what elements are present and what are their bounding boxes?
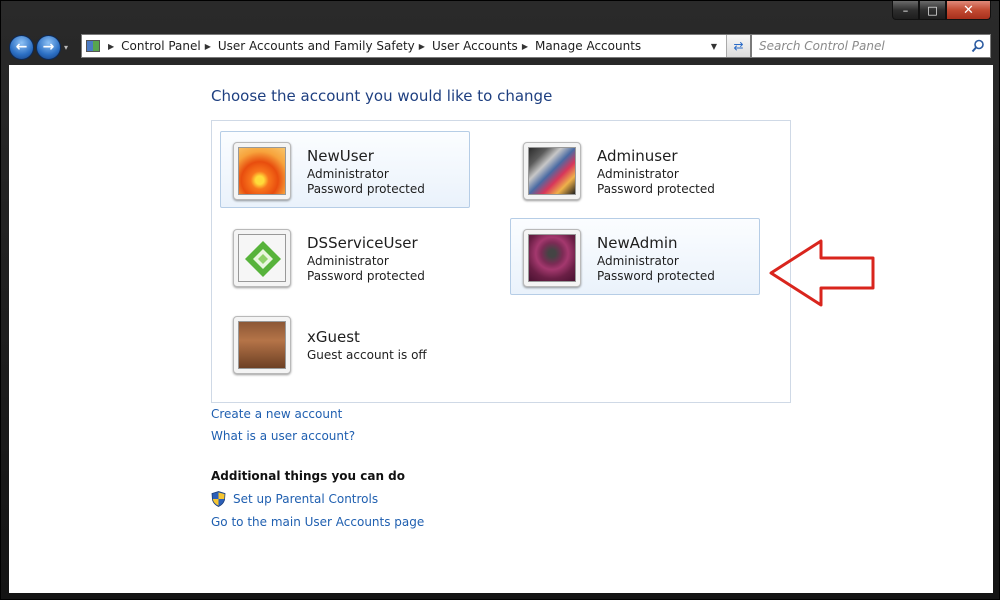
account-name: NewUser [307,147,374,165]
additional-heading: Additional things you can do [211,469,406,483]
green-diamond-avatar [238,234,286,282]
search-placeholder: Search Control Panel [759,39,885,53]
main-user-accounts-link[interactable]: Go to the main User Accounts page [211,515,424,529]
minimize-button[interactable]: – [892,1,919,20]
refresh-icon[interactable]: ⇄ [726,35,750,57]
back-button[interactable]: ← [9,34,34,60]
breadcrumb-family-safety[interactable]: User Accounts and Family Safety [218,39,415,53]
abstract-art-avatar [528,147,576,195]
account-tile-xguest[interactable]: xGuest Guest account is off [220,305,470,382]
account-status: Password protected [597,269,715,283]
search-icon[interactable] [971,39,985,53]
address-dropdown-icon[interactable]: ▼ [706,35,722,57]
account-tile-newuser[interactable]: NewUser Administrator Password protected [220,131,470,208]
breadcrumb-separator-icon[interactable]: ▶ [419,42,425,51]
account-status: Guest account is off [307,348,427,362]
close-button[interactable]: ✕ [946,1,991,20]
account-picture-frame [233,229,291,287]
pink-ball-avatar [528,234,576,282]
account-tile-dsserviceuser[interactable]: DSServiceUser Administrator Password pro… [220,218,470,295]
back-arrow-icon: ← [15,39,28,55]
breadcrumb-separator-icon[interactable]: ▶ [205,42,211,51]
address-bar[interactable]: ▶ Control Panel ▶ User Accounts and Fami… [81,34,751,58]
window-frame: – □ ✕ ← → ▾ ▶ Control Panel ▶ User Accou… [0,0,1000,600]
account-tile-adminuser[interactable]: Adminuser Administrator Password protect… [510,131,760,208]
breadcrumb-control-panel[interactable]: Control Panel [121,39,201,53]
red-arrow-annotation-icon [769,239,875,307]
account-type: Administrator [597,254,679,268]
briefcase-avatar [238,321,286,369]
account-status: Password protected [307,182,425,196]
account-picture-frame [523,142,581,200]
breadcrumb-manage-accounts[interactable]: Manage Accounts [535,39,641,53]
orange-flower-avatar [238,147,286,195]
account-tile-newadmin[interactable]: NewAdmin Administrator Password protecte… [510,218,760,295]
recent-pages-dropdown[interactable]: ▾ [64,43,68,52]
navigation-bar: ← → ▾ ▶ Control Panel ▶ User Accounts an… [9,31,991,63]
account-name: NewAdmin [597,234,678,252]
parental-controls-link[interactable]: Set up Parental Controls [233,492,378,506]
accounts-panel: NewUser Administrator Password protected… [211,120,791,403]
account-name: Adminuser [597,147,678,165]
forward-arrow-icon: → [42,39,55,55]
account-picture-frame [233,316,291,374]
account-type: Administrator [307,167,389,181]
search-input[interactable]: Search Control Panel [751,34,991,58]
breadcrumb-separator-icon[interactable]: ▶ [522,42,528,51]
forward-button[interactable]: → [36,34,61,60]
account-name: xGuest [307,328,360,346]
create-account-link[interactable]: Create a new account [211,407,342,421]
account-type: Administrator [597,167,679,181]
account-picture-frame [233,142,291,200]
content-area: Choose the account you would like to cha… [9,65,993,593]
caption-buttons: – □ ✕ [892,1,991,22]
breadcrumb-user-accounts[interactable]: User Accounts [432,39,518,53]
account-status: Password protected [597,182,715,196]
control-panel-icon [82,35,104,57]
account-status: Password protected [307,269,425,283]
maximize-button[interactable]: □ [919,1,946,20]
breadcrumb-separator-icon[interactable]: ▶ [108,42,114,51]
account-picture-frame [523,229,581,287]
page-title: Choose the account you would like to cha… [211,87,553,105]
what-is-account-link[interactable]: What is a user account? [211,429,355,443]
account-type: Administrator [307,254,389,268]
account-name: DSServiceUser [307,234,418,252]
uac-shield-icon [211,491,226,507]
